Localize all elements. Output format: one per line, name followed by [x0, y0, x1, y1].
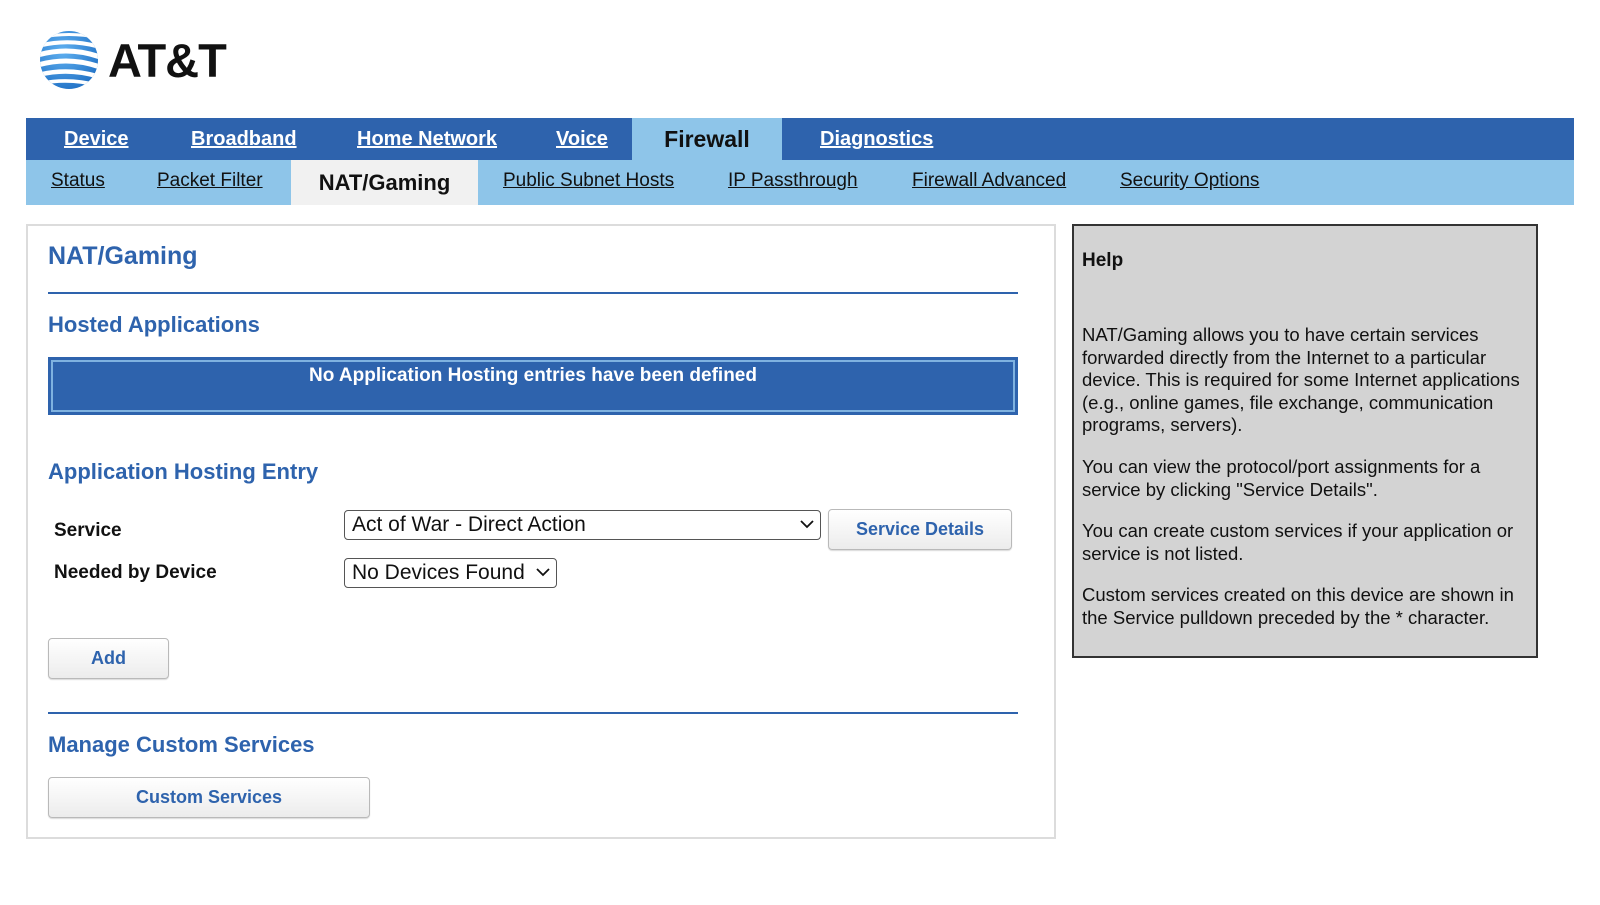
- service-select-value: Act of War - Direct Action: [352, 513, 586, 536]
- needed-by-device-label: Needed by Device: [54, 562, 217, 583]
- help-panel: Help NAT/Gaming allows you to have certa…: [1072, 224, 1538, 658]
- help-paragraph: NAT/Gaming allows you to have certain se…: [1082, 324, 1520, 435]
- add-button[interactable]: Add: [48, 638, 169, 679]
- nav-tab-diagnostics[interactable]: Diagnostics: [820, 118, 933, 160]
- nav-tab-broadband[interactable]: Broadband: [191, 118, 297, 160]
- primary-nav: Device Broadband Home Network Voice Fire…: [26, 118, 1574, 160]
- subnav-status[interactable]: Status: [51, 160, 105, 205]
- secondary-nav: Status Packet Filter NAT/Gaming Public S…: [26, 160, 1574, 205]
- page: AT&T Device Broadband Home Network Voice…: [0, 0, 1600, 905]
- device-select-value: No Devices Found: [352, 561, 525, 584]
- custom-services-button[interactable]: Custom Services: [48, 777, 370, 818]
- application-hosting-entry-heading: Application Hosting Entry: [48, 459, 319, 484]
- subnav-ip-passthrough[interactable]: IP Passthrough: [728, 160, 858, 205]
- subnav-nat-gaming[interactable]: NAT/Gaming: [291, 160, 478, 205]
- hosted-applications-heading: Hosted Applications: [48, 312, 260, 337]
- hosted-applications-empty-message: No Application Hosting entries have been…: [48, 357, 1018, 415]
- help-paragraph: You can view the protocol/port assignmen…: [1082, 456, 1481, 500]
- service-select[interactable]: Act of War - Direct Action: [344, 510, 821, 540]
- nav-tab-firewall[interactable]: Firewall: [632, 118, 782, 160]
- chevron-down-icon: [800, 520, 814, 529]
- brand-name: AT&T: [108, 33, 227, 87]
- help-paragraph: Custom services created on this device a…: [1082, 584, 1514, 628]
- help-paragraph: You can create custom services if your a…: [1082, 520, 1514, 564]
- service-label: Service: [54, 520, 122, 541]
- subnav-firewall-advanced[interactable]: Firewall Advanced: [912, 160, 1066, 205]
- help-title: Help: [1082, 250, 1124, 271]
- divider: [48, 712, 1018, 714]
- subnav-packet-filter[interactable]: Packet Filter: [157, 160, 263, 205]
- page-title: NAT/Gaming: [48, 242, 198, 270]
- nav-tab-voice[interactable]: Voice: [556, 118, 608, 160]
- main-panel: NAT/Gaming Hosted Applications No Applic…: [26, 224, 1056, 839]
- chevron-down-icon: [536, 568, 550, 577]
- manage-custom-services-heading: Manage Custom Services: [48, 732, 315, 757]
- device-select[interactable]: No Devices Found: [344, 558, 557, 588]
- nav-tab-home-network[interactable]: Home Network: [357, 118, 497, 160]
- divider: [48, 292, 1018, 294]
- att-logo[interactable]: AT&T: [38, 29, 227, 91]
- subnav-security-options[interactable]: Security Options: [1120, 160, 1259, 205]
- nav-tab-device[interactable]: Device: [64, 118, 129, 160]
- service-details-button[interactable]: Service Details: [828, 509, 1012, 550]
- att-globe-icon: [40, 31, 98, 89]
- subnav-public-subnet-hosts[interactable]: Public Subnet Hosts: [503, 160, 674, 205]
